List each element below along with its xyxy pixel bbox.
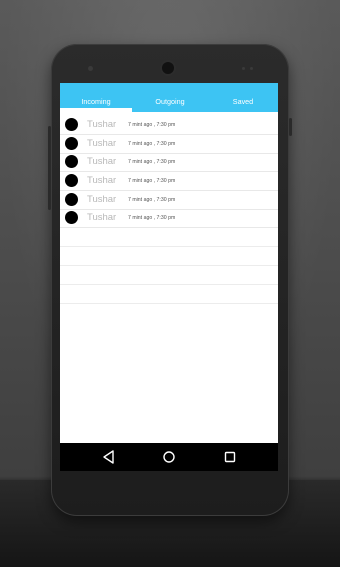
empty-row	[60, 266, 278, 285]
contact-name: Tushar	[87, 119, 117, 130]
list-item[interactable]: Tushar 7 mint ago , 7:30 pm	[60, 135, 278, 154]
recents-button[interactable]	[220, 447, 240, 467]
earpiece-dot	[88, 66, 93, 71]
contact-name: Tushar	[87, 156, 117, 167]
tab-bar: Incoming Outgoing Saved	[60, 83, 278, 112]
avatar	[65, 174, 78, 187]
volume-button	[48, 126, 51, 210]
empty-row	[60, 247, 278, 266]
power-button	[289, 118, 292, 136]
contact-name: Tushar	[87, 138, 117, 149]
call-time: 7 mint ago , 7:30 pm	[128, 197, 176, 203]
empty-row	[60, 285, 278, 304]
empty-row	[60, 228, 278, 247]
call-time: 7 mint ago , 7:30 pm	[128, 215, 176, 221]
back-icon	[103, 450, 114, 464]
avatar	[65, 193, 78, 206]
contact-name: Tushar	[87, 175, 117, 186]
call-time: 7 mint ago , 7:30 pm	[128, 159, 176, 165]
list-item[interactable]: Tushar 7 mint ago , 7:30 pm	[60, 172, 278, 191]
home-icon	[163, 451, 175, 463]
contact-name: Tushar	[87, 194, 117, 205]
call-time: 7 mint ago , 7:30 pm	[128, 122, 176, 128]
tab-saved[interactable]: Saved	[208, 83, 278, 112]
avatar	[65, 155, 78, 168]
front-camera-icon	[162, 62, 174, 74]
avatar	[65, 137, 78, 150]
list-item[interactable]: Tushar 7 mint ago , 7:30 pm	[60, 191, 278, 210]
list-item[interactable]: Tushar 7 mint ago , 7:30 pm	[60, 116, 278, 135]
active-tab-indicator	[60, 108, 132, 112]
recents-icon	[224, 451, 236, 463]
list-item[interactable]: Tushar 7 mint ago , 7:30 pm	[60, 153, 278, 172]
avatar	[65, 118, 78, 131]
back-button[interactable]	[99, 447, 119, 467]
sensor-dot	[242, 67, 245, 70]
tab-outgoing[interactable]: Outgoing	[134, 83, 206, 112]
call-time: 7 mint ago , 7:30 pm	[128, 178, 176, 184]
call-time: 7 mint ago , 7:30 pm	[128, 141, 176, 147]
sensor-dot	[250, 67, 253, 70]
contact-name: Tushar	[87, 212, 117, 223]
navigation-bar	[60, 443, 278, 471]
app-screen: Incoming Outgoing Saved Tushar 7 mint ag…	[60, 83, 278, 471]
home-button[interactable]	[159, 447, 179, 467]
avatar	[65, 211, 78, 224]
list-item[interactable]: Tushar 7 mint ago , 7:30 pm	[60, 209, 278, 228]
